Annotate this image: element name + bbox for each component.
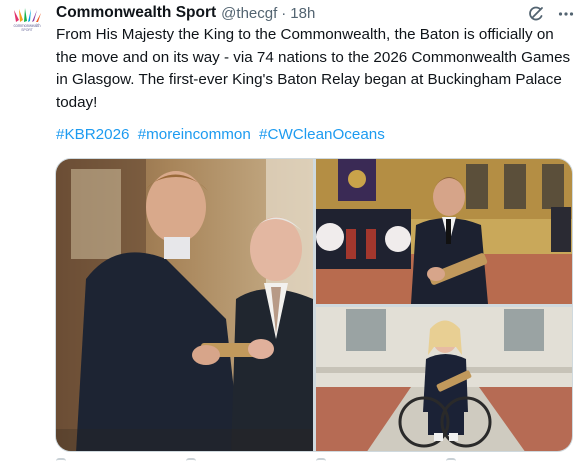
hashtag-link[interactable]: #KBR2026: [56, 126, 129, 143]
grok-icon: [529, 6, 543, 21]
tweet-header: Commonwealth Sport @thecgf · 18h: [56, 2, 315, 24]
commonwealth-sport-logo-icon: [14, 8, 41, 22]
photo-man-holding-baton-palace-band[interactable]: [316, 159, 572, 304]
photo-handshake-baton[interactable]: [56, 159, 313, 451]
reply-button[interactable]: [56, 458, 66, 465]
tweet-text: From His Majesty the King to the Commonw…: [56, 26, 571, 111]
more-options-button[interactable]: [556, 4, 576, 24]
tweet-action-bar: [56, 458, 576, 465]
hashtag-list: #KBR2026 #moreincommon #CWCleanOceans: [56, 124, 389, 146]
photo-wheelchair-athlete-baton[interactable]: [316, 307, 572, 451]
author-handle[interactable]: @thecgf: [221, 5, 277, 22]
views-button[interactable]: [446, 458, 456, 465]
avatar[interactable]: commonwealth SPORT: [6, 6, 48, 48]
hashtag-link[interactable]: #CWCleanOceans: [259, 126, 385, 143]
hashtag-link[interactable]: #moreincommon: [138, 126, 251, 143]
more-icon: [558, 12, 574, 16]
grok-button[interactable]: [526, 4, 546, 24]
tweet[interactable]: commonwealth SPORT Commonwealth Sport @t…: [0, 0, 587, 465]
retweet-button[interactable]: [186, 458, 196, 465]
author-display-name[interactable]: Commonwealth Sport: [56, 4, 216, 22]
tweet-timestamp[interactable]: 18h: [290, 5, 315, 22]
separator-dot: ·: [281, 4, 287, 22]
like-button[interactable]: [316, 458, 326, 465]
avatar-logo-subtext: SPORT: [21, 28, 33, 33]
media-grid: [55, 158, 573, 452]
